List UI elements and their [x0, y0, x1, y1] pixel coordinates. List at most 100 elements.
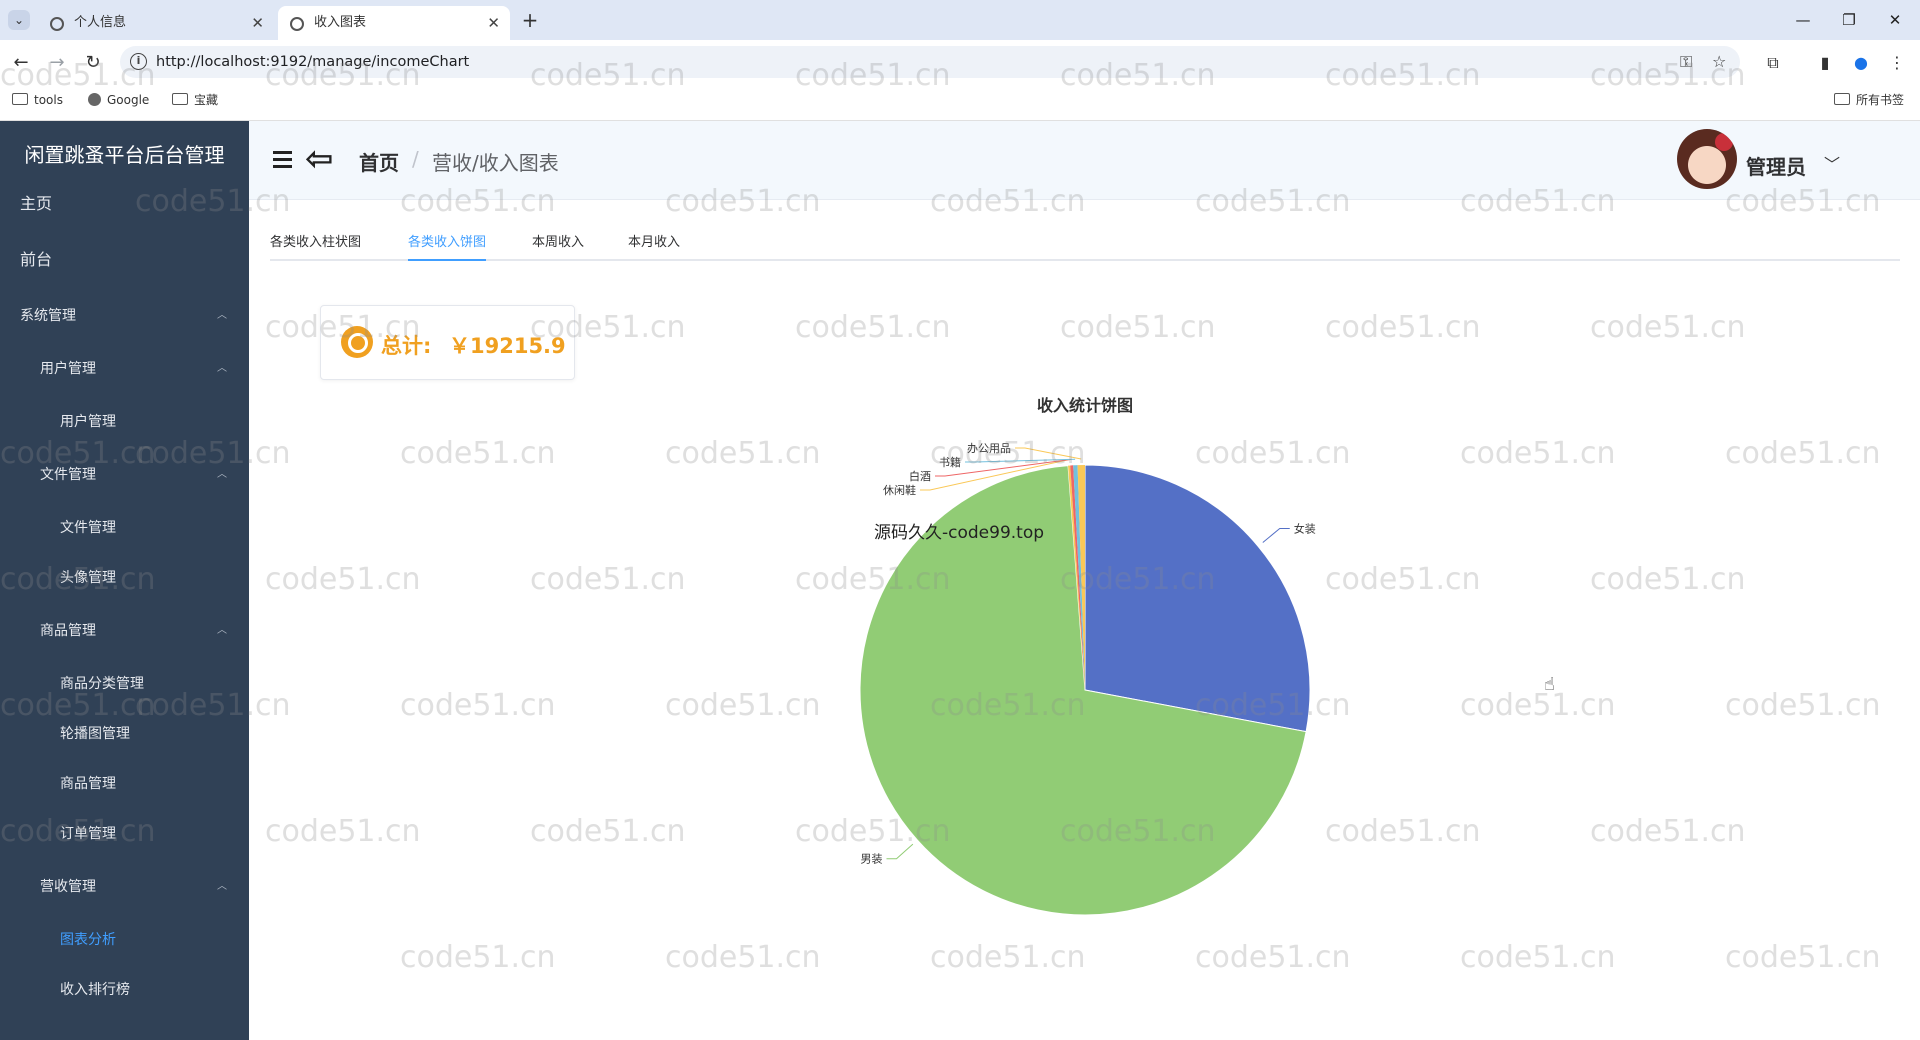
- label-line: [1015, 447, 1082, 460]
- watermark: code51.cn: [1590, 310, 1746, 345]
- sidebar: 闲置跳蚤平台后台管理 主页前台系统管理 ︿ 用户管理 ︿ 用户管理文件管理 ︿ 文件管理头像…: [0, 121, 249, 1040]
- chevron-down-icon[interactable]: ﹀: [1824, 151, 1840, 175]
- url-text[interactable]: http://localhost:9192/manage/incomeChart: [156, 46, 469, 78]
- menu-icon[interactable]: ⋮: [1884, 50, 1910, 76]
- watermark: code51.cn: [530, 562, 686, 597]
- sidebar-item-home[interactable]: 主页: [0, 193, 249, 215]
- site-info-icon[interactable]: i: [130, 53, 147, 70]
- star-icon[interactable]: ☆: [1712, 50, 1726, 74]
- key-icon[interactable]: ⚿: [1680, 50, 1692, 74]
- sidebar-item-system-management[interactable]: 系统管理 ︿: [0, 305, 249, 327]
- tab-search-button[interactable]: ⌄: [8, 10, 30, 30]
- sidebar-item-label: 商品管理: [40, 623, 96, 639]
- sidebar-item-label: 文件管理: [60, 520, 116, 536]
- sidebar-item-product-management[interactable]: 商品管理: [0, 773, 249, 795]
- bookmark-tools[interactable]: tools: [12, 85, 63, 115]
- sidebar-item-income-ranking[interactable]: 收入排行榜: [0, 979, 249, 1001]
- sidebar-item-label: 订单管理: [60, 826, 116, 842]
- slice-label: 办公用品: [967, 442, 1011, 455]
- sidebar-item-avatar-management[interactable]: 头像管理: [0, 567, 249, 589]
- tab-week-income[interactable]: 本周收入: [532, 231, 584, 261]
- sidebar-item-revenue-management-group[interactable]: 营收管理 ︿: [0, 876, 249, 898]
- sidebar-item-chart-analysis[interactable]: 图表分析: [0, 929, 249, 951]
- chevron-up-icon[interactable]: ︿: [217, 358, 227, 380]
- pie-slice[interactable]: [1084, 464, 1311, 733]
- watermark: code51.cn: [1060, 310, 1216, 345]
- forward-icon[interactable]: →: [44, 50, 70, 76]
- all-bookmarks[interactable]: 所有书签: [1834, 85, 1904, 115]
- sidebar-item-label: 文件管理: [40, 467, 96, 483]
- watermark: code51.cn: [1195, 940, 1351, 975]
- slice-label: 男装: [860, 853, 882, 866]
- chevron-up-icon[interactable]: ︿: [217, 464, 227, 486]
- sidebar-item-label: 前台: [20, 250, 53, 269]
- chevron-up-icon[interactable]: ︿: [217, 305, 227, 327]
- sidebar-item-label: 主页: [20, 194, 53, 213]
- restore-button[interactable]: ❐: [1834, 8, 1864, 32]
- google-icon: [88, 93, 101, 106]
- reload-icon[interactable]: ↻: [80, 50, 106, 76]
- slice-label: 女装: [1294, 521, 1316, 535]
- breadcrumb-home[interactable]: 首页: [359, 147, 399, 176]
- browser-tab-profile[interactable]: 个人信息 ✕: [38, 6, 274, 40]
- back-icon[interactable]: ←: [8, 50, 34, 76]
- new-tab-button[interactable]: +: [518, 8, 542, 32]
- minimize-button[interactable]: —: [1788, 8, 1818, 32]
- profile-icon[interactable]: ●: [1848, 50, 1874, 76]
- sidebar-item-carousel-management[interactable]: 轮播图管理: [0, 723, 249, 745]
- tab-bar-chart[interactable]: 各类收入柱状图: [270, 231, 361, 261]
- slice-label: 白酒: [909, 469, 931, 483]
- back-arrow-icon[interactable]: ⇦: [305, 137, 334, 181]
- browser-tab-income-chart[interactable]: 收入图表 ✕: [278, 6, 510, 40]
- sidebar-item-user-management[interactable]: 用户管理: [0, 411, 249, 433]
- watermark: code51.cn: [1725, 436, 1881, 471]
- breadcrumb-current: 营收/收入图表: [432, 151, 559, 175]
- sidebar-item-order-management[interactable]: 订单管理: [0, 823, 249, 845]
- bookmark-label: Google: [107, 93, 150, 107]
- side-panel-icon[interactable]: ▮: [1812, 50, 1838, 76]
- avatar[interactable]: [1677, 129, 1737, 189]
- total-card: 总计: ￥19215.9: [320, 305, 575, 380]
- folder-icon: [12, 93, 28, 105]
- sidebar-item-label: 收入排行榜: [60, 982, 130, 998]
- app-title: 闲置跳蚤平台后台管理: [24, 143, 225, 167]
- chevron-up-icon[interactable]: ︿: [217, 620, 227, 642]
- sidebar-item-file-management[interactable]: 文件管理: [0, 517, 249, 539]
- sidebar-item-label: 头像管理: [60, 570, 116, 586]
- sidebar-item-label: 用户管理: [40, 361, 96, 377]
- watermark: code51.cn: [1460, 940, 1616, 975]
- bookmark-treasure[interactable]: 宝藏: [172, 85, 218, 115]
- chart-title: 收入统计饼图: [1036, 396, 1133, 415]
- bookmark-google[interactable]: Google: [88, 85, 149, 115]
- watermark: code51.cn: [665, 436, 821, 471]
- close-window-button[interactable]: ✕: [1880, 8, 1910, 32]
- watermark: code51.cn: [400, 436, 556, 471]
- tab-title: 个人信息: [74, 15, 127, 30]
- browser-tab-bar: ⌄ 个人信息 ✕ 收入图表 ✕ + — ❐ ✕: [0, 0, 1920, 40]
- total-label: 总计:: [381, 334, 432, 358]
- tab-month-income[interactable]: 本月收入: [628, 231, 680, 261]
- user-name[interactable]: 管理员: [1746, 151, 1806, 180]
- chevron-up-icon[interactable]: ︿: [217, 876, 227, 898]
- tab-title: 收入图表: [314, 15, 367, 30]
- extensions-icon[interactable]: ⧉: [1760, 50, 1786, 76]
- collapse-menu-icon[interactable]: [273, 151, 292, 168]
- sidebar-item-label: 轮播图管理: [60, 726, 130, 742]
- breadcrumb-separator: /: [412, 147, 419, 171]
- bookmarks-bar: tools Google 宝藏 所有书签: [0, 85, 1920, 121]
- close-icon[interactable]: ✕: [251, 6, 264, 40]
- sidebar-item-label: 商品管理: [60, 776, 116, 792]
- sidebar-item-product-category-management[interactable]: 商品分类管理: [0, 673, 249, 695]
- sidebar-item-label: 系统管理: [20, 308, 76, 324]
- close-icon[interactable]: ✕: [487, 6, 500, 40]
- watermark: code51.cn: [795, 310, 951, 345]
- watermark: code51.cn: [1725, 688, 1881, 723]
- address-bar[interactable]: i http://localhost:9192/manage/incomeCha…: [120, 46, 1740, 78]
- label-line: [886, 843, 914, 860]
- sidebar-item-frontend[interactable]: 前台: [0, 249, 249, 271]
- sidebar-item-user-management-group[interactable]: 用户管理 ︿: [0, 358, 249, 380]
- total-value: ￥19215.9: [449, 334, 566, 358]
- sidebar-item-file-management-group[interactable]: 文件管理 ︿: [0, 464, 249, 486]
- tab-pie-chart[interactable]: 各类收入饼图: [408, 231, 487, 261]
- sidebar-item-product-management-group[interactable]: 商品管理 ︿: [0, 620, 249, 642]
